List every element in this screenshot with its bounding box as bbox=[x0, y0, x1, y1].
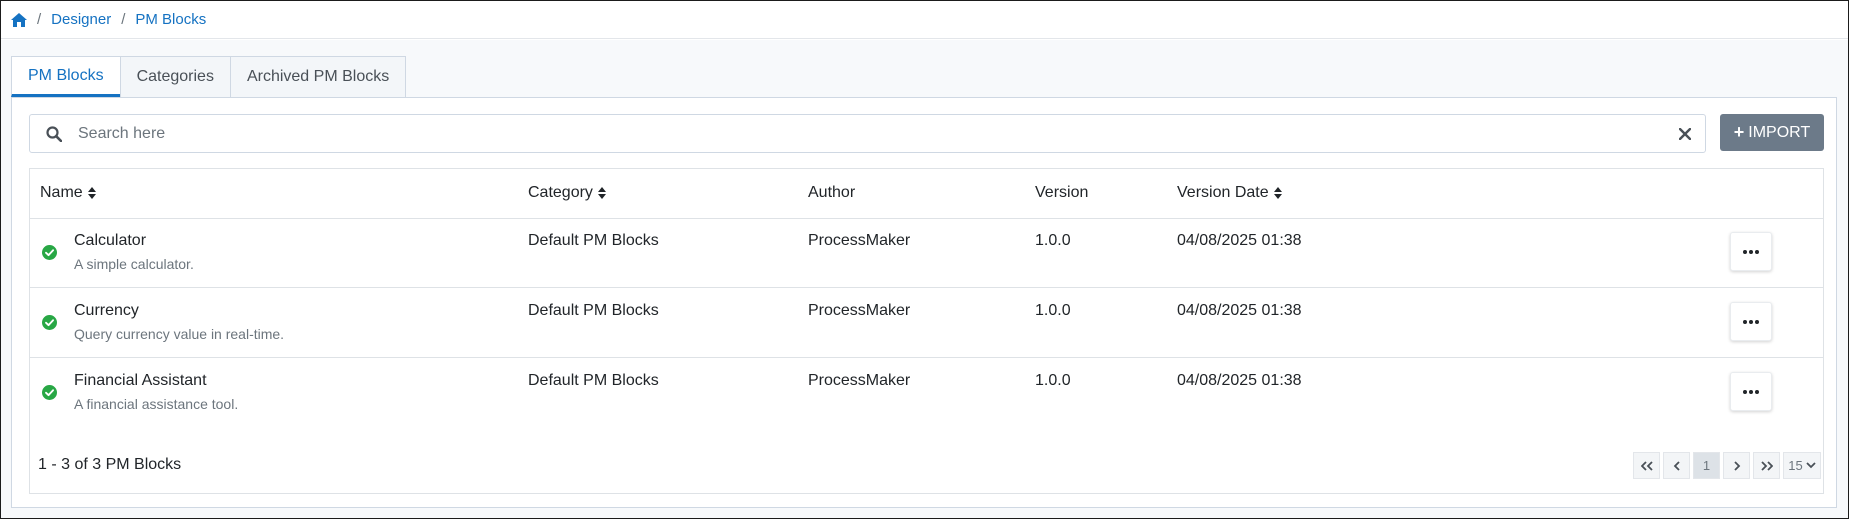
row-category: Default PM Blocks bbox=[528, 232, 659, 249]
pm-blocks-table: Name Category Author Version Version Dat… bbox=[29, 168, 1824, 494]
ellipsis-icon bbox=[1743, 249, 1759, 254]
table-header: Name Category Author Version Version Dat… bbox=[30, 169, 1823, 219]
column-header-version-date[interactable]: Version Date bbox=[1177, 184, 1282, 202]
ellipsis-icon bbox=[1743, 319, 1759, 324]
chevron-down-icon bbox=[1806, 462, 1816, 469]
row-version-date: 04/08/2025 01:38 bbox=[1177, 372, 1302, 389]
row-name[interactable]: Calculator bbox=[74, 232, 146, 250]
first-page-button[interactable] bbox=[1633, 452, 1660, 479]
breadcrumb-separator: / bbox=[121, 11, 126, 28]
tab-bar: PM Blocks Categories Archived PM Blocks bbox=[11, 56, 407, 97]
import-button[interactable]: + IMPORT bbox=[1720, 114, 1824, 151]
row-version: 1.0.0 bbox=[1035, 372, 1071, 389]
breadcrumb-separator: / bbox=[37, 11, 42, 28]
row-version: 1.0.0 bbox=[1035, 302, 1071, 319]
sort-icon[interactable] bbox=[597, 187, 606, 199]
pm-blocks-panel: + IMPORT Name Category Author Version bbox=[11, 97, 1837, 508]
search-bar bbox=[29, 114, 1706, 153]
check-circle-icon bbox=[42, 385, 57, 400]
tab-categories[interactable]: Categories bbox=[119, 56, 231, 97]
row-version: 1.0.0 bbox=[1035, 232, 1071, 249]
chevron-right-icon bbox=[1733, 460, 1740, 471]
column-header-version: Version bbox=[1035, 184, 1088, 202]
row-author: ProcessMaker bbox=[808, 302, 911, 319]
breadcrumb-pm-blocks[interactable]: PM Blocks bbox=[135, 11, 206, 28]
row-description: A simple calculator. bbox=[74, 256, 194, 272]
prev-page-button[interactable] bbox=[1663, 452, 1690, 479]
double-chevron-right-icon bbox=[1760, 460, 1773, 471]
row-category: Default PM Blocks bbox=[528, 302, 659, 319]
pagination-count: 1 - 3 of 3 PM Blocks bbox=[38, 456, 182, 473]
ellipsis-icon bbox=[1743, 389, 1759, 394]
row-author: ProcessMaker bbox=[808, 372, 911, 389]
column-header-label: Author bbox=[808, 184, 856, 201]
row-category: Default PM Blocks bbox=[528, 372, 659, 389]
per-page-select[interactable]: 15 bbox=[1783, 452, 1821, 479]
table-row[interactable]: Calculator A simple calculator. Default … bbox=[30, 218, 1823, 288]
row-version-date: 04/08/2025 01:38 bbox=[1177, 232, 1302, 249]
column-header-name[interactable]: Name bbox=[40, 184, 96, 202]
search-icon bbox=[46, 125, 62, 142]
breadcrumb: / Designer / PM Blocks bbox=[1, 1, 1848, 39]
search-input[interactable] bbox=[76, 123, 1679, 144]
tab-pm-blocks[interactable]: PM Blocks bbox=[11, 56, 121, 97]
column-header-category[interactable]: Category bbox=[528, 184, 606, 202]
column-header-label: Name bbox=[40, 184, 83, 201]
per-page-value: 15 bbox=[1788, 458, 1803, 473]
page-number-button[interactable]: 1 bbox=[1693, 452, 1720, 479]
row-description: A financial assistance tool. bbox=[74, 396, 239, 412]
sort-icon[interactable] bbox=[1273, 187, 1282, 199]
chevron-left-icon bbox=[1673, 460, 1680, 471]
clear-search-icon[interactable] bbox=[1679, 127, 1691, 140]
main-content: PM Blocks Categories Archived PM Blocks … bbox=[1, 40, 1848, 518]
pagination: 1 15 bbox=[1633, 452, 1821, 479]
breadcrumb-designer[interactable]: Designer bbox=[51, 11, 111, 28]
next-page-button[interactable] bbox=[1723, 452, 1750, 479]
row-actions-button[interactable] bbox=[1730, 372, 1772, 411]
row-name[interactable]: Financial Assistant bbox=[74, 372, 207, 390]
row-name[interactable]: Currency bbox=[74, 302, 139, 320]
row-actions-button[interactable] bbox=[1730, 302, 1772, 341]
row-author: ProcessMaker bbox=[808, 232, 911, 249]
plus-icon: + bbox=[1733, 122, 1745, 142]
row-description: Query currency value in real-time. bbox=[74, 326, 285, 342]
table-row[interactable]: Currency Query currency value in real-ti… bbox=[30, 288, 1823, 358]
check-circle-icon bbox=[42, 315, 57, 330]
sort-icon[interactable] bbox=[87, 187, 96, 199]
double-chevron-left-icon bbox=[1640, 460, 1653, 471]
row-actions-button[interactable] bbox=[1730, 232, 1772, 271]
table-row[interactable]: Financial Assistant A financial assistan… bbox=[30, 358, 1823, 428]
tab-archived-pm-blocks[interactable]: Archived PM Blocks bbox=[229, 56, 407, 97]
column-header-author: Author bbox=[808, 184, 855, 202]
import-button-label: IMPORT bbox=[1748, 123, 1811, 141]
column-header-label: Version bbox=[1035, 184, 1089, 201]
column-header-label: Version Date bbox=[1177, 184, 1269, 201]
row-version-date: 04/08/2025 01:38 bbox=[1177, 302, 1302, 319]
column-header-label: Category bbox=[528, 184, 593, 201]
check-circle-icon bbox=[42, 245, 57, 260]
home-icon[interactable] bbox=[11, 12, 27, 27]
last-page-button[interactable] bbox=[1753, 452, 1780, 479]
